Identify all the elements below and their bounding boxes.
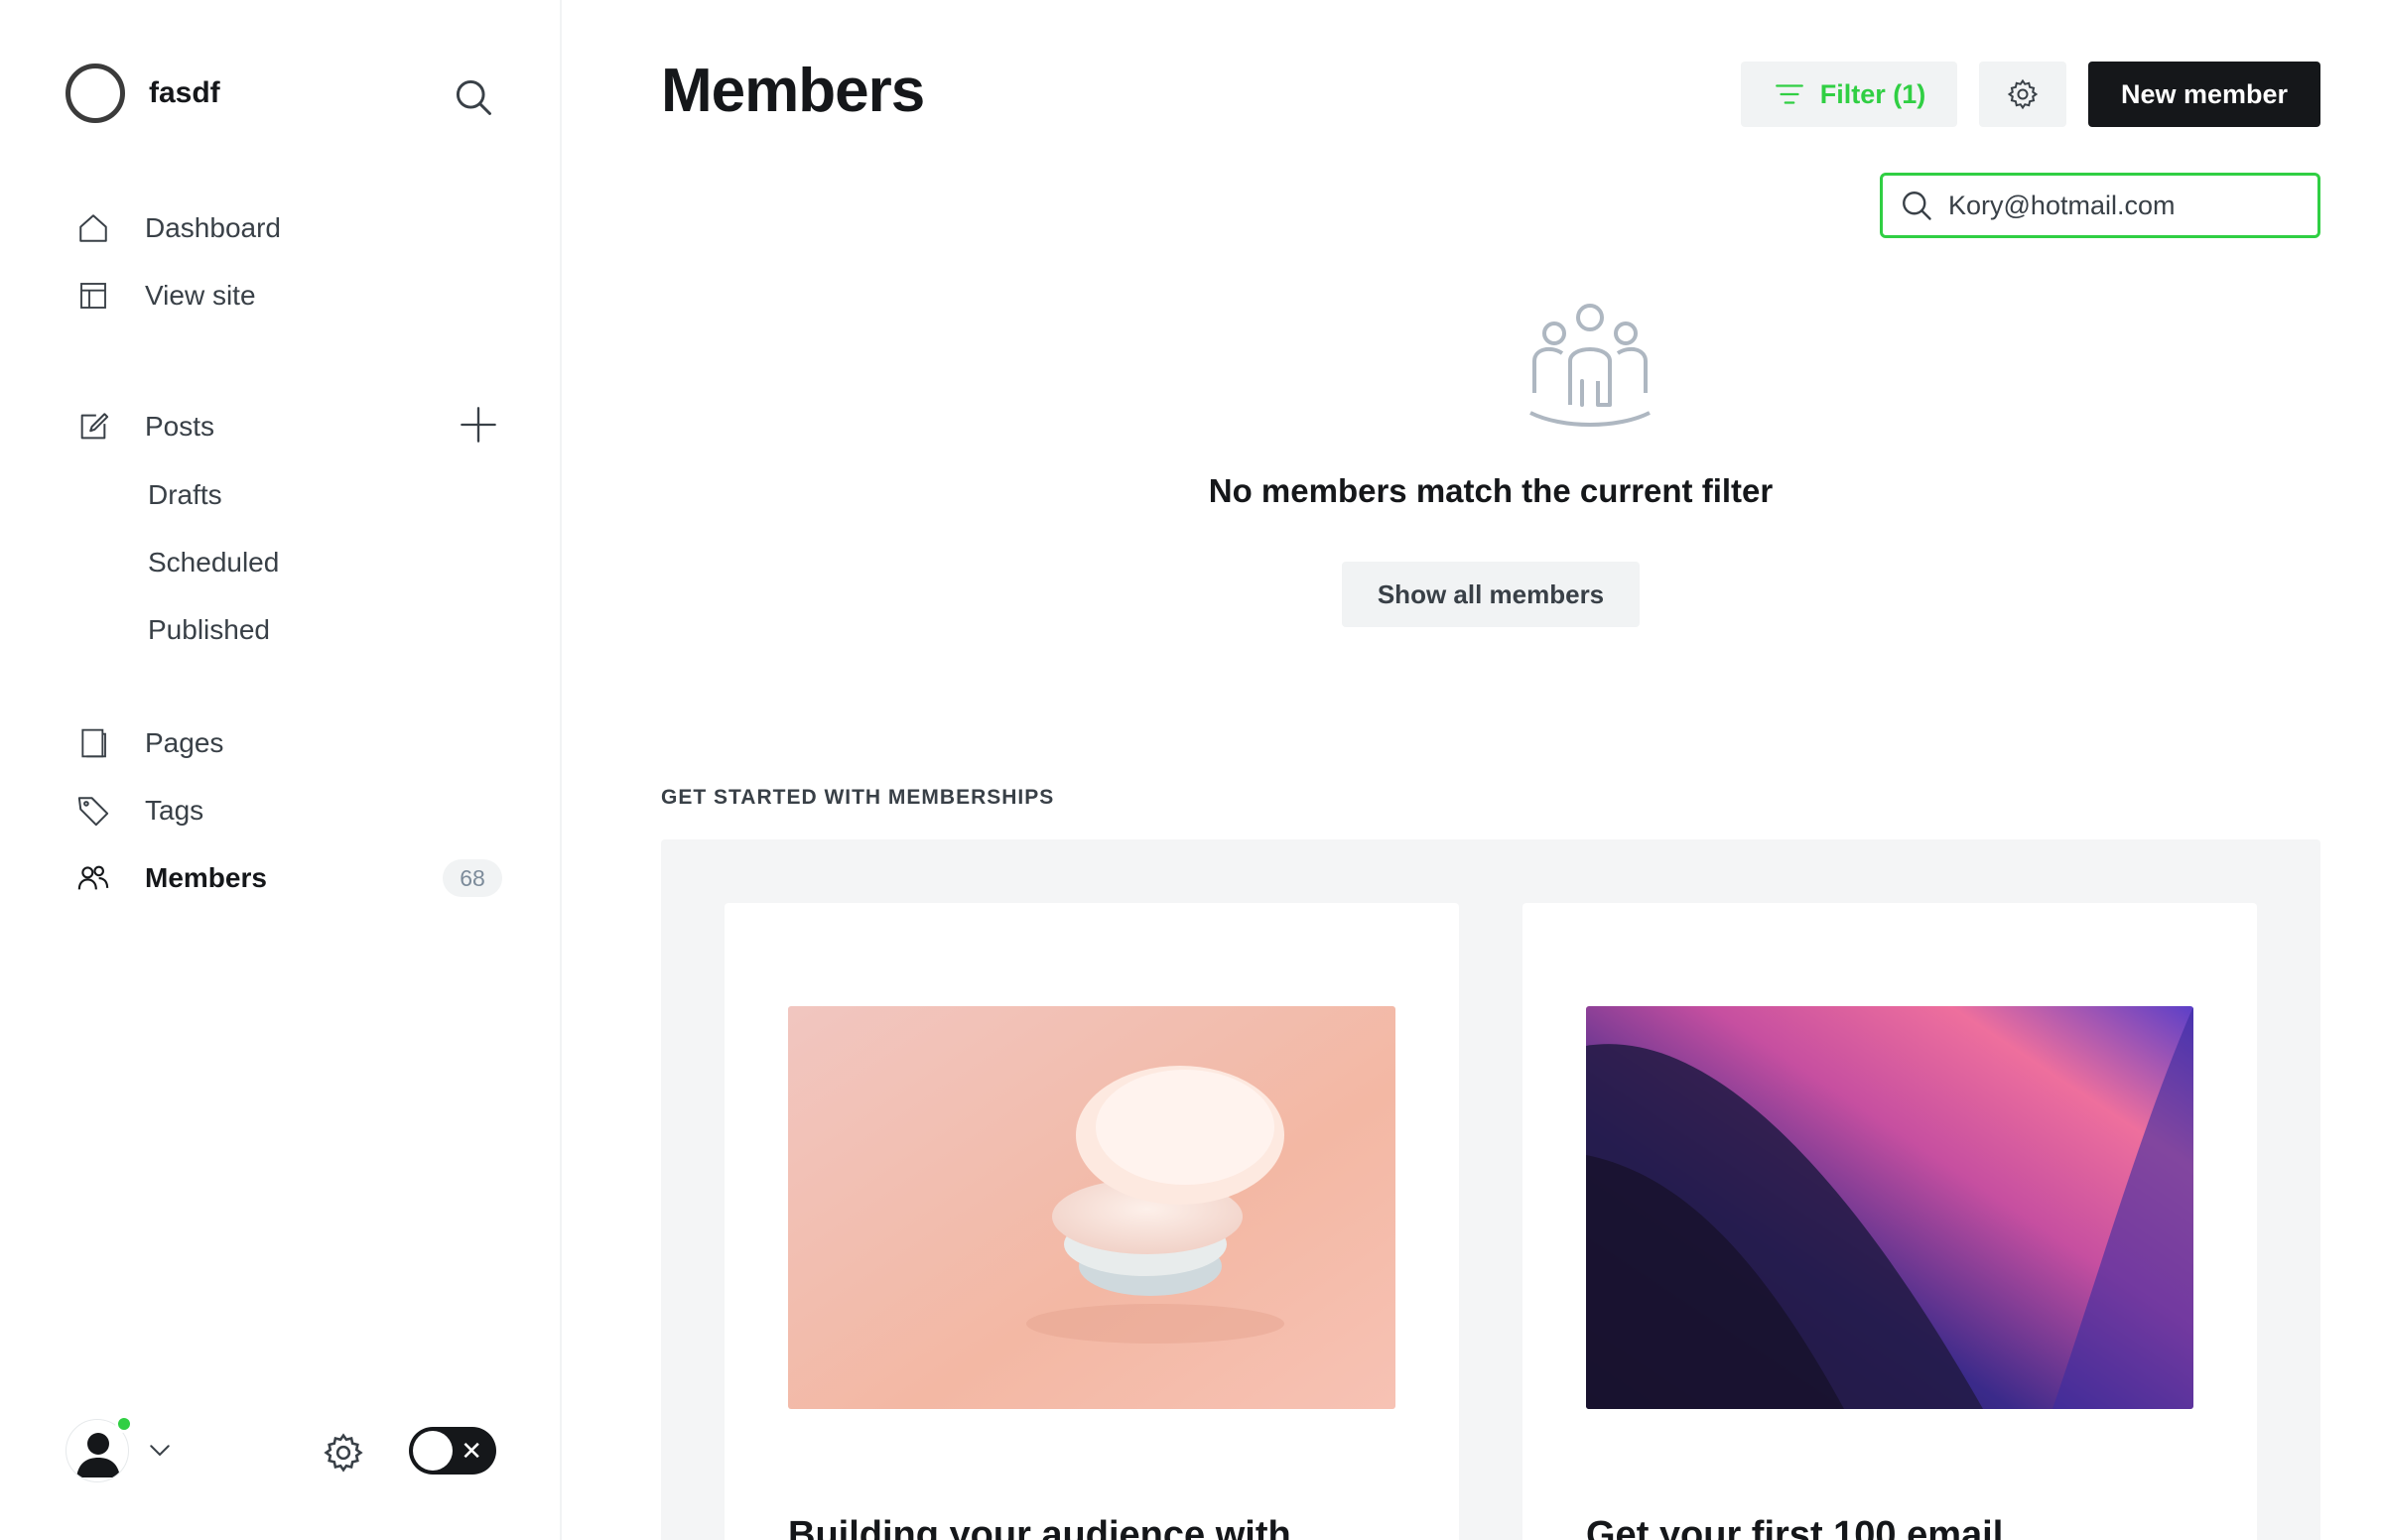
nav-tags[interactable]: Tags: [75, 786, 502, 835]
nav-tags-label: Tags: [145, 795, 204, 826]
chevron-down-icon[interactable]: [145, 1435, 175, 1465]
site-logo: [66, 64, 125, 123]
view-site-icon: [75, 278, 111, 314]
search-icon[interactable]: [452, 75, 495, 119]
nav-view-site[interactable]: View site: [75, 271, 502, 321]
main-content: Members Filter (1) New member No members…: [562, 0, 2382, 1540]
card-image: [788, 1006, 1395, 1409]
edit-icon: [75, 409, 111, 445]
toggle-knob: [413, 1431, 453, 1471]
nav-pages-label: Pages: [145, 727, 224, 758]
nav-published[interactable]: Published: [148, 607, 270, 653]
card-title: Get your first 100 email subscribers: [1586, 1514, 2004, 1540]
nav-posts[interactable]: Posts: [75, 402, 502, 451]
tag-icon: [75, 793, 111, 829]
nav-view-site-label: View site: [145, 280, 256, 311]
gear-icon[interactable]: [322, 1431, 365, 1475]
nav-scheduled[interactable]: Scheduled: [148, 540, 279, 585]
resource-card[interactable]: Building your audience with subscriber s…: [725, 903, 1459, 1540]
members-count-badge: 68: [443, 859, 502, 897]
site-name: fasdf: [149, 76, 220, 109]
nav-dashboard[interactable]: Dashboard: [75, 203, 502, 253]
online-status-dot: [115, 1415, 133, 1433]
nav-pages[interactable]: Pages: [75, 718, 502, 768]
nav-posts-label: Posts: [145, 411, 215, 442]
members-empty-icon: [1529, 304, 1651, 427]
card-image: [1586, 1006, 2193, 1409]
card-title: Building your audience with subscriber s…: [788, 1514, 1291, 1540]
site-brand[interactable]: fasdf: [66, 64, 220, 123]
nav-members-label: Members: [145, 862, 267, 893]
members-icon: [75, 860, 111, 896]
resource-card[interactable]: Get your first 100 email subscribers: [1522, 903, 2257, 1540]
nav-members[interactable]: Members 68: [75, 853, 502, 903]
nav-drafts[interactable]: Drafts: [148, 472, 222, 518]
home-icon: [75, 210, 111, 246]
sidebar: fasdf Dashboard View site Posts Drafts S…: [0, 0, 562, 1540]
close-icon: ✕: [461, 1436, 482, 1466]
plus-icon[interactable]: [459, 405, 498, 445]
nav-dashboard-label: Dashboard: [145, 212, 281, 243]
show-all-members-button[interactable]: Show all members: [1342, 562, 1640, 627]
pages-icon: [75, 725, 111, 761]
empty-state-message: No members match the current filter: [1208, 472, 1774, 509]
sidebar-footer: ✕: [66, 1413, 502, 1492]
get-started-panel: Building your audience with subscriber s…: [661, 839, 2320, 1540]
section-heading: GET STARTED WITH MEMBERSHIPS: [661, 786, 1055, 809]
dark-mode-toggle[interactable]: ✕: [409, 1427, 496, 1475]
